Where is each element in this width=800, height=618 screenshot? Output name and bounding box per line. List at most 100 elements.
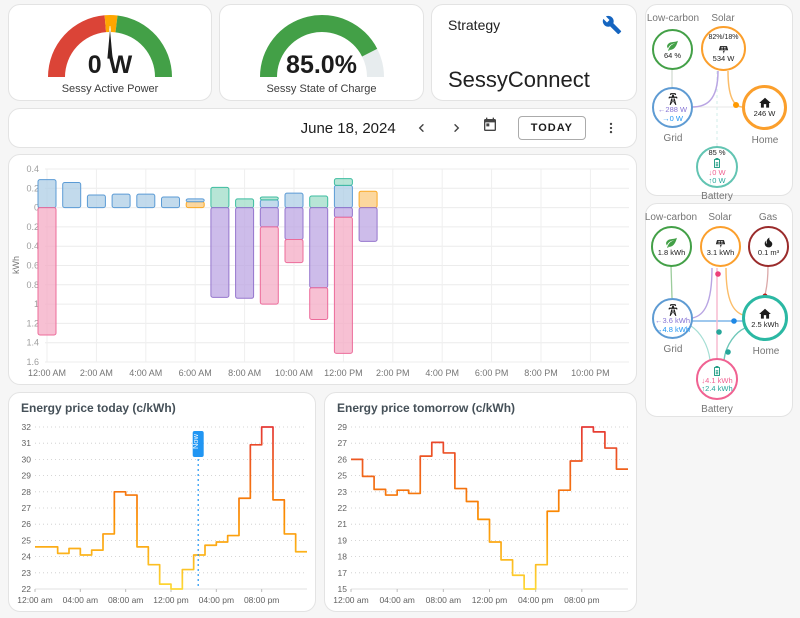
svg-text:8:00 PM: 8:00 PM [524, 368, 558, 378]
home-icon [758, 307, 772, 321]
grid-node[interactable]: ←288 W →0 W [652, 87, 693, 128]
strategy-title: Strategy [448, 17, 501, 33]
svg-text:25: 25 [22, 535, 32, 545]
battery-node[interactable]: ↓4.1 kWh ↑2.4 kWh [696, 358, 738, 400]
svg-text:0.4: 0.4 [26, 241, 39, 251]
svg-text:23: 23 [338, 487, 348, 497]
gauge-card-active-power: 0 W Sessy Active Power [8, 4, 212, 101]
next-day-button[interactable] [446, 117, 468, 139]
svg-text:6:00 PM: 6:00 PM [475, 368, 509, 378]
battery-discharge-value: ↑2.4 kWh [701, 384, 733, 393]
svg-text:2:00 AM: 2:00 AM [80, 368, 113, 378]
grid-return-value: →0 W [662, 113, 683, 123]
previous-day-button[interactable] [410, 117, 432, 139]
low-carbon-node[interactable]: 1.8 kWh [651, 226, 692, 267]
home-value: 2.5 kWh [751, 319, 779, 329]
svg-text:10:00 AM: 10:00 AM [275, 368, 313, 378]
solar-value: 534 W [712, 53, 735, 63]
svg-text:19: 19 [338, 535, 348, 545]
svg-text:0.8: 0.8 [26, 280, 39, 290]
home-icon [758, 96, 772, 110]
leaf-icon [665, 236, 678, 249]
gauge-card-state-of-charge: 85.0% Sessy State of Charge [219, 4, 424, 101]
low-carbon-value: 1.8 kWh [657, 247, 686, 257]
svg-text:28: 28 [22, 487, 32, 497]
svg-text:04:00 am: 04:00 am [63, 595, 98, 605]
svg-text:1.2: 1.2 [26, 318, 39, 328]
svg-text:15: 15 [338, 584, 348, 594]
strategy-value: SessyConnect [448, 67, 590, 92]
svg-text:08:00 am: 08:00 am [108, 595, 143, 605]
battery-icon [711, 365, 723, 377]
svg-text:26: 26 [338, 454, 348, 464]
battery-node[interactable]: 85 % ↓0 W ↑0 W [696, 146, 738, 188]
battery-soc-value: 85 % [708, 147, 726, 157]
svg-text:2:00 PM: 2:00 PM [376, 368, 410, 378]
today-button[interactable]: TODAY [517, 116, 586, 140]
gas-node[interactable]: 0.1 m³ [748, 226, 789, 267]
flow-dot-battery-home [725, 349, 731, 355]
svg-text:31: 31 [22, 438, 32, 448]
svg-text:6:00 AM: 6:00 AM [179, 368, 212, 378]
low-carbon-value: 64 % [663, 50, 682, 60]
low-carbon-node[interactable]: 64 % [652, 29, 693, 70]
leaf-icon [666, 39, 679, 52]
svg-text:26: 26 [22, 519, 32, 529]
svg-text:12:00 pm: 12:00 pm [472, 595, 507, 605]
calendar-icon[interactable] [482, 117, 504, 139]
solar-node[interactable]: 3.1 kWh [700, 226, 741, 267]
svg-text:12:00 am: 12:00 am [333, 595, 368, 605]
svg-text:8:00 AM: 8:00 AM [228, 368, 261, 378]
svg-text:17: 17 [338, 568, 348, 578]
date-navigation-bar: June 18, 2024 TODAY [8, 108, 637, 148]
svg-text:30: 30 [22, 454, 32, 464]
svg-text:24: 24 [22, 552, 32, 562]
svg-text:08:00 pm: 08:00 pm [564, 595, 599, 605]
svg-text:04:00 pm: 04:00 pm [199, 595, 234, 605]
grid-return-value: →4.8 kWh [654, 324, 690, 334]
flow-dot-battery-home-2 [716, 329, 722, 335]
svg-text:04:00 am: 04:00 am [379, 595, 414, 605]
gauge-label: Sessy State of Charge [266, 83, 377, 95]
price-today-chart: 32 31 30 29 28 27 26 25 24 23 2212:00 am 04:00 am 08… [17, 422, 307, 605]
pipe-wrench-icon[interactable] [602, 15, 622, 35]
svg-text:0.4: 0.4 [26, 164, 39, 174]
price-today-card: Energy price today (c/kWh) 32 31 30 29 28 27 2… [8, 392, 316, 612]
more-options-button[interactable] [600, 117, 622, 139]
flame-icon [762, 236, 775, 249]
home-node[interactable]: 2.5 kWh [742, 295, 788, 341]
home-node[interactable]: 246 W [742, 85, 787, 130]
power-distribution-card: Low-carbon Solar 64 % 82%/18% 534 W ←288… [645, 4, 793, 202]
strategy-card: Strategy SessyConnect [431, 4, 637, 101]
home-value: 246 W [753, 109, 776, 119]
battery-discharge-value: ↑0 W [708, 176, 726, 186]
grid-node[interactable]: ←3.6 kWh →4.8 kWh [652, 298, 693, 339]
price-tomorrow-chart: 29 27 26 25 23 22 21 19 18 17 1512:00 am 04:00 am 08… [333, 422, 628, 605]
svg-text:29: 29 [338, 422, 348, 432]
svg-text:12:00 pm: 12:00 pm [153, 595, 188, 605]
svg-text:04:00 pm: 04:00 pm [518, 595, 553, 605]
svg-text:22: 22 [338, 503, 348, 513]
current-date: June 18, 2024 [300, 119, 396, 137]
svg-text:10:00 PM: 10:00 PM [571, 368, 610, 378]
solar-panel-icon [717, 42, 730, 55]
svg-text:0.6: 0.6 [26, 261, 39, 271]
svg-text:21: 21 [338, 519, 348, 529]
energy-distribution-card: Low-carbon Solar Gas 1.8 kWh 3.1 kWh 0.1… [645, 203, 793, 417]
solar-node[interactable]: 82%/18% 534 W [701, 26, 746, 71]
energy-usage-chart-card: 0.4 0.2 0 0.2 0.4 0.6 0.8 1 1.2 1.4 1.6 12:00 AM 2:0… [8, 154, 637, 385]
energy-usage-bar-chart: 0.40.200.20.40.60.811.21.41.612:00 AM 2:0… [11, 164, 629, 378]
solar-value: 3.1 kWh [706, 247, 735, 257]
svg-text:kWh: kWh [11, 256, 21, 274]
kebab-menu-icon [609, 122, 613, 134]
svg-text:27: 27 [22, 503, 32, 513]
chevron-right-icon [454, 124, 459, 132]
svg-text:32: 32 [22, 422, 32, 432]
svg-text:Now: Now [191, 433, 200, 449]
flow-dot-solar-home [733, 102, 739, 108]
svg-text:08:00 pm: 08:00 pm [244, 595, 279, 605]
svg-text:4:00 AM: 4:00 AM [129, 368, 162, 378]
svg-text:1.4: 1.4 [26, 338, 39, 348]
svg-text:18: 18 [338, 552, 348, 562]
svg-text:1.6: 1.6 [26, 357, 39, 367]
